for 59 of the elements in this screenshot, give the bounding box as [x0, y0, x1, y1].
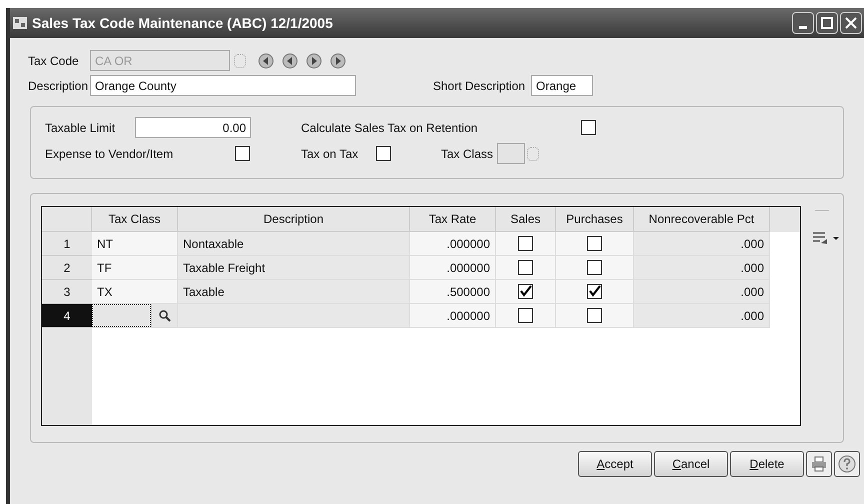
checkbox[interactable] [587, 284, 602, 299]
field-label: Short Description [433, 78, 526, 94]
close-icon [844, 16, 858, 30]
table-cell: .000000 [410, 304, 496, 328]
table-cell: TF [92, 256, 178, 280]
print-button[interactable] [806, 451, 832, 477]
field-label: Tax Code [28, 52, 80, 70]
window-title: Sales Tax Code Maintenance (ABC) 12/1/2005 [32, 14, 334, 33]
tax-class-cell-field[interactable] [92, 304, 151, 327]
row-number[interactable]: 3 [42, 280, 92, 304]
close-button[interactable] [840, 12, 862, 34]
checkbox[interactable] [518, 236, 533, 251]
taxable-limit-field[interactable]: 0.00 [135, 117, 251, 138]
table-cell: .000 [634, 232, 770, 256]
list-options-icon[interactable] [811, 230, 841, 246]
table-cell: NT [92, 232, 178, 256]
table-cell: .000000 [410, 232, 496, 256]
checkbox[interactable] [587, 236, 602, 251]
table-cell: .500000 [410, 280, 496, 304]
table-cell: .000000 [410, 256, 496, 280]
table-cell: Taxable Freight [178, 256, 410, 280]
minimize-button[interactable] [792, 12, 814, 34]
checkbox-label: Expense to Vendor/Item [45, 146, 174, 162]
help-icon [838, 455, 856, 473]
table-cell: TX [92, 280, 178, 304]
action-button[interactable]: Delete [730, 451, 804, 477]
field-label: Taxable Limit [45, 120, 116, 136]
checkbox[interactable] [587, 260, 602, 275]
minimize-icon [799, 26, 807, 28]
table-cell: .000 [634, 304, 770, 328]
checkbox[interactable] [587, 308, 602, 323]
field-label: Tax Class [441, 146, 494, 162]
table-cell: Nontaxable [178, 232, 410, 256]
action-button[interactable]: Accept [578, 451, 652, 477]
action-button[interactable]: Cancel [654, 451, 728, 477]
checkbox[interactable] [518, 260, 533, 275]
checkbox-label: Tax on Tax [301, 146, 360, 162]
magnifier-icon [158, 310, 170, 322]
navigation-buttons-icon[interactable] [258, 52, 348, 68]
checkbox-label: Calculate Sales Tax on Retention [301, 120, 479, 136]
field-label: Description [28, 78, 86, 94]
app-icon [12, 15, 28, 31]
table-cell: Taxable [178, 280, 410, 304]
table-cell: .000 [634, 256, 770, 280]
description-field[interactable]: Orange County [90, 75, 356, 96]
maximize-button[interactable] [816, 12, 838, 34]
row-number[interactable]: 1 [42, 232, 92, 256]
row-number[interactable]: 2 [42, 256, 92, 280]
checkbox[interactable] [235, 146, 250, 161]
row-number[interactable]: 4 [42, 304, 92, 328]
short-description-field[interactable]: Orange [531, 75, 594, 96]
checkbox[interactable] [581, 120, 596, 135]
checkbox[interactable] [376, 146, 391, 161]
help-button[interactable] [834, 451, 860, 477]
maximize-icon [820, 16, 834, 30]
checkbox[interactable] [518, 284, 533, 299]
checkbox[interactable] [518, 308, 533, 323]
table-cell: .000 [634, 280, 770, 304]
printer-icon [811, 456, 827, 472]
